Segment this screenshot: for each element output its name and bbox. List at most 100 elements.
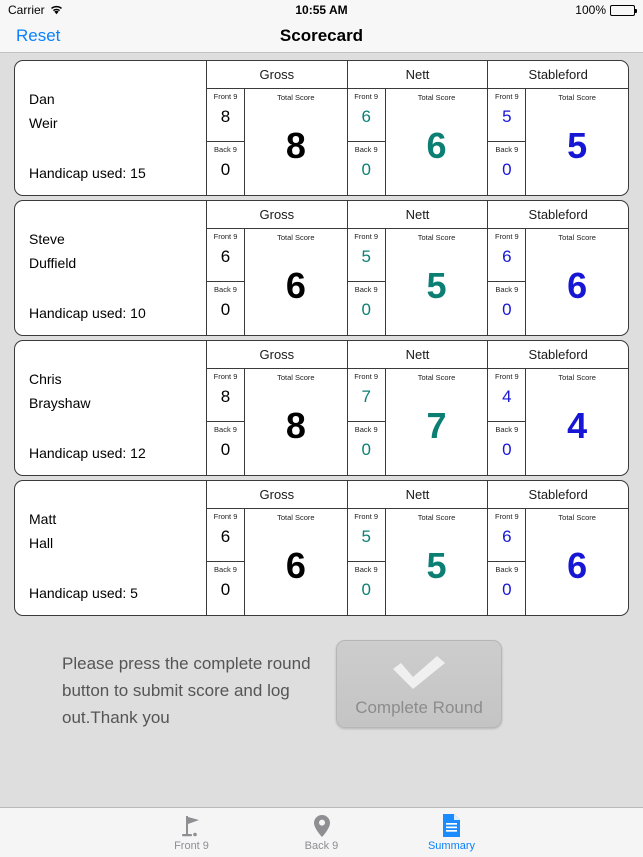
half-scores-column: Front 9 6 Back 9 0 xyxy=(488,229,527,335)
front9-label: Front 9 xyxy=(494,232,519,241)
tab-summary-label: Summary xyxy=(427,840,476,852)
half-scores-column: Front 9 5 Back 9 0 xyxy=(347,229,386,335)
total-score-value: 5 xyxy=(426,545,447,586)
total-score-value: 6 xyxy=(567,545,588,586)
total-score-label: Total Score xyxy=(417,233,456,242)
player-scorecard[interactable]: Matt Hall Handicap used: 5 Gross Front 9… xyxy=(14,480,629,616)
front9-cell: Front 9 5 xyxy=(488,89,526,142)
total-score-value: 7 xyxy=(426,405,447,446)
half-scores-column: Front 9 7 Back 9 0 xyxy=(347,369,386,475)
score-group-title: Nett xyxy=(347,341,488,369)
front9-value: 6 xyxy=(502,527,512,546)
score-group-title: Stableford xyxy=(488,481,628,509)
checkmark-icon xyxy=(389,651,449,696)
back9-value: 0 xyxy=(361,160,371,179)
front9-cell: Front 9 8 xyxy=(207,369,244,422)
half-scores-column: Front 9 8 Back 9 0 xyxy=(207,89,245,195)
player-first-name: Matt xyxy=(29,511,57,527)
score-group-title: Nett xyxy=(347,481,488,509)
back9-value: 0 xyxy=(220,440,231,459)
front9-label: Front 9 xyxy=(494,512,519,521)
score-group-body: Front 9 6 Back 9 0 Total Score 6 xyxy=(347,89,488,195)
back9-cell: Back 9 0 xyxy=(348,282,385,335)
back9-cell: Back 9 0 xyxy=(488,282,525,335)
front9-cell: Front 9 6 xyxy=(488,229,526,282)
score-group-nett: Nett Front 9 5 Back 9 0 Total Score 5 xyxy=(347,201,489,335)
total-score-label: Total Score xyxy=(277,233,315,242)
front9-cell: Front 9 6 xyxy=(488,509,526,562)
scorecard-list: Dan Weir Handicap used: 15 Gross Front 9… xyxy=(0,53,643,616)
back9-value: 0 xyxy=(361,440,371,459)
back9-value: 0 xyxy=(220,160,231,179)
score-group-body: Front 9 6 Back 9 0 Total Score 6 xyxy=(488,229,628,335)
total-score-value: 4 xyxy=(567,405,588,446)
tab-back9[interactable]: Back 9 xyxy=(276,812,368,853)
total-score-value: 8 xyxy=(285,405,306,446)
tab-bar: Front 9 Back 9 Summary xyxy=(0,807,643,857)
front9-value: 7 xyxy=(361,387,371,406)
total-score-value: 8 xyxy=(285,125,306,166)
total-score-value: 5 xyxy=(426,265,447,306)
player-info: Dan Weir Handicap used: 15 xyxy=(15,61,207,195)
battery-percent-label: 100% xyxy=(575,3,606,17)
front9-label: Front 9 xyxy=(213,512,238,521)
score-group-nett: Nett Front 9 5 Back 9 0 Total Score 5 xyxy=(347,481,489,615)
player-scorecard[interactable]: Steve Duffield Handicap used: 10 Gross F… xyxy=(14,200,629,336)
total-score-label: Total Score xyxy=(277,93,315,102)
tab-front9-label: Front 9 xyxy=(174,840,209,852)
score-group-title: Gross xyxy=(207,341,347,369)
total-score-label: Total Score xyxy=(277,373,315,382)
back9-cell: Back 9 0 xyxy=(348,562,385,615)
back9-value: 0 xyxy=(220,580,231,599)
player-scorecard[interactable]: Chris Brayshaw Handicap used: 12 Gross F… xyxy=(14,340,629,476)
player-last-name: Brayshaw xyxy=(29,395,91,411)
total-score-label: Total Score xyxy=(417,513,456,522)
back9-value: 0 xyxy=(361,580,371,599)
front9-cell: Front 9 6 xyxy=(347,89,385,142)
player-info: Matt Hall Handicap used: 5 xyxy=(15,481,207,615)
player-handicap: Handicap used: 12 xyxy=(29,445,146,461)
back9-value: 0 xyxy=(502,160,512,179)
player-scorecard[interactable]: Dan Weir Handicap used: 15 Gross Front 9… xyxy=(14,60,629,196)
complete-round-button[interactable]: Complete Round xyxy=(336,640,502,728)
back9-label: Back 9 xyxy=(354,425,378,434)
tab-summary[interactable]: Summary xyxy=(406,812,498,853)
player-handicap: Handicap used: 15 xyxy=(29,165,146,181)
total-score-column: Total Score 7 xyxy=(386,369,488,475)
total-score-label: Total Score xyxy=(417,93,456,102)
back9-value: 0 xyxy=(502,440,512,459)
front9-cell: Front 9 5 xyxy=(347,229,385,282)
score-group-body: Front 9 4 Back 9 0 Total Score 4 xyxy=(488,369,628,475)
score-group-body: Front 9 5 Back 9 0 Total Score 5 xyxy=(347,509,488,615)
back9-label: Back 9 xyxy=(354,285,378,294)
front9-value: 6 xyxy=(502,247,512,266)
player-handicap: Handicap used: 5 xyxy=(29,585,138,601)
tab-front9[interactable]: Front 9 xyxy=(146,812,238,853)
half-scores-column: Front 9 4 Back 9 0 xyxy=(488,369,527,475)
score-group-body: Front 9 5 Back 9 0 Total Score 5 xyxy=(488,89,628,195)
total-score-column: Total Score 6 xyxy=(386,89,488,195)
front9-label: Front 9 xyxy=(354,372,379,381)
score-group-title: Stableford xyxy=(488,61,628,89)
total-score-label: Total Score xyxy=(277,513,315,522)
half-scores-column: Front 9 5 Back 9 0 xyxy=(347,509,386,615)
back9-label: Back 9 xyxy=(495,145,519,154)
front9-cell: Front 9 6 xyxy=(207,229,244,282)
score-group-body: Front 9 6 Back 9 0 Total Score 6 xyxy=(207,509,347,615)
half-scores-column: Front 9 8 Back 9 0 xyxy=(207,369,245,475)
back9-label: Back 9 xyxy=(354,565,378,574)
front9-cell: Front 9 8 xyxy=(207,89,244,142)
back9-cell: Back 9 0 xyxy=(488,562,525,615)
total-score-column: Total Score 5 xyxy=(386,229,488,335)
player-last-name: Weir xyxy=(29,115,58,131)
score-group-stableford: Stableford Front 9 4 Back 9 0 Total Scor… xyxy=(488,341,628,475)
total-score-value: 5 xyxy=(567,125,588,166)
back9-label: Back 9 xyxy=(354,145,378,154)
front9-value: 6 xyxy=(361,107,371,126)
half-scores-column: Front 9 6 Back 9 0 xyxy=(347,89,386,195)
navigation-bar: Reset Scorecard xyxy=(0,20,643,53)
front9-label: Front 9 xyxy=(213,372,238,381)
total-score-label: Total Score xyxy=(558,233,596,242)
back9-label: Back 9 xyxy=(495,425,519,434)
front9-value: 6 xyxy=(220,247,231,266)
